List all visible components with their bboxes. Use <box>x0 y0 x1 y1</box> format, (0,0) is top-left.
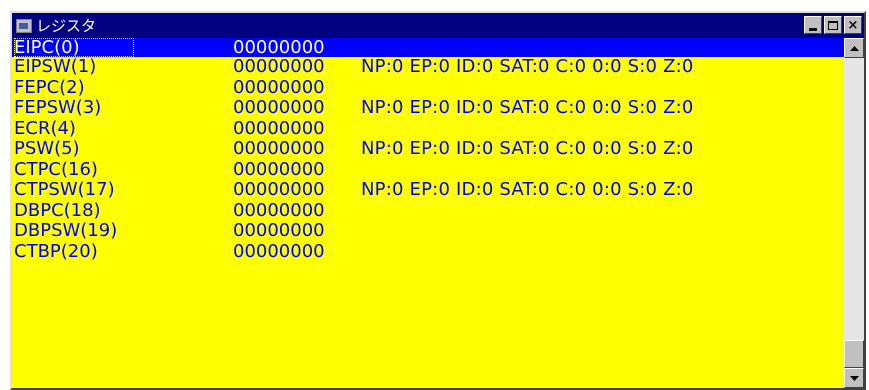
register-window: レジスタ × EIPC(0) 00000000 EIPSW(1) 00000000 NP… <box>10 11 866 390</box>
register-row[interactable]: ECR(4) 00000000 <box>12 117 844 140</box>
register-name: CTBP(20) <box>14 240 98 262</box>
scroll-up-arrow-icon <box>849 45 859 51</box>
register-value[interactable]: 00000000 <box>233 241 325 263</box>
minimize-button[interactable] <box>804 16 822 34</box>
app-window-icon[interactable] <box>16 18 32 33</box>
register-name: FEPSW(3) <box>14 97 102 118</box>
scrollbar-thumb[interactable] <box>844 340 864 368</box>
register-name: CTPC(16) <box>14 158 98 180</box>
register-value[interactable]: 00000000 <box>233 118 325 140</box>
title-bar[interactable]: レジスタ × <box>12 13 864 38</box>
register-row[interactable]: PSW(5) 00000000 NP:0 EP:0 ID:0 SAT:0 C:0 0… <box>12 138 844 160</box>
maximize-button[interactable] <box>824 16 842 34</box>
register-row[interactable]: CTPSW(17) 00000000 NP:0 EP:0 ID:0 SAT:0 C:… <box>12 179 844 201</box>
register-value[interactable]: 00000000 <box>233 138 325 160</box>
register-flags: NP:0 EP:0 ID:0 SAT:0 C:0 0:0 S:0 Z:0 <box>361 138 694 159</box>
register-row[interactable]: DBPSW(19) 00000000 <box>12 220 844 242</box>
register-row[interactable]: EIPSW(1) 00000000 NP:0 EP:0 ID:0 SAT:0 C:0… <box>12 56 844 78</box>
register-value[interactable]: 00000000 <box>233 220 325 242</box>
scroll-down-button[interactable] <box>844 368 864 388</box>
register-value[interactable]: 00000000 <box>233 179 325 201</box>
scroll-down-arrow-icon <box>849 375 859 381</box>
vertical-scrollbar[interactable] <box>844 38 864 388</box>
register-row[interactable]: CTBP(20) 00000000 <box>12 240 844 263</box>
register-value[interactable]: 00000000 <box>233 56 325 78</box>
register-name: EIPC(0) <box>14 38 134 57</box>
register-name: DBPSW(19) <box>14 220 118 241</box>
window-title: レジスタ <box>36 17 97 35</box>
register-panel: EIPC(0) 00000000 EIPSW(1) 00000000 NP:0 EP:0… <box>12 38 864 388</box>
register-value[interactable]: 00000000 <box>233 77 325 99</box>
register-flags: NP:0 EP:0 ID:0 SAT:0 C:0 0:0 S:0 Z:0 <box>361 179 694 200</box>
register-name: CTPSW(17) <box>14 179 115 200</box>
caption-buttons: × <box>804 16 862 34</box>
register-name: EIPSW(1) <box>14 56 97 77</box>
register-value[interactable]: 00000000 <box>233 97 325 119</box>
register-value[interactable]: 00000000 <box>233 200 325 222</box>
register-list[interactable]: EIPC(0) 00000000 EIPSW(1) 00000000 NP:0 EP:0… <box>12 38 844 388</box>
register-name: DBPC(18) <box>14 199 101 221</box>
register-row[interactable]: FEPC(2) 00000000 <box>12 76 844 99</box>
register-name: PSW(5) <box>14 138 80 159</box>
register-flags: NP:0 EP:0 ID:0 SAT:0 C:0 0:0 S:0 Z:0 <box>361 97 694 118</box>
scroll-up-button[interactable] <box>844 38 864 58</box>
close-button[interactable]: × <box>844 16 862 34</box>
register-row[interactable]: FEPSW(3) 00000000 NP:0 EP:0 ID:0 SAT:0 C:0… <box>12 97 844 119</box>
register-row[interactable]: CTPC(16) 00000000 <box>12 158 844 181</box>
register-value[interactable]: 00000000 <box>233 159 325 181</box>
register-name: FEPC(2) <box>14 76 85 98</box>
register-row[interactable]: DBPC(18) 00000000 <box>12 199 844 222</box>
register-name: ECR(4) <box>14 117 76 139</box>
register-value[interactable]: 00000000 <box>233 38 325 57</box>
register-flags: NP:0 EP:0 ID:0 SAT:0 C:0 0:0 S:0 Z:0 <box>361 56 694 77</box>
register-row[interactable]: EIPC(0) 00000000 <box>12 38 844 57</box>
